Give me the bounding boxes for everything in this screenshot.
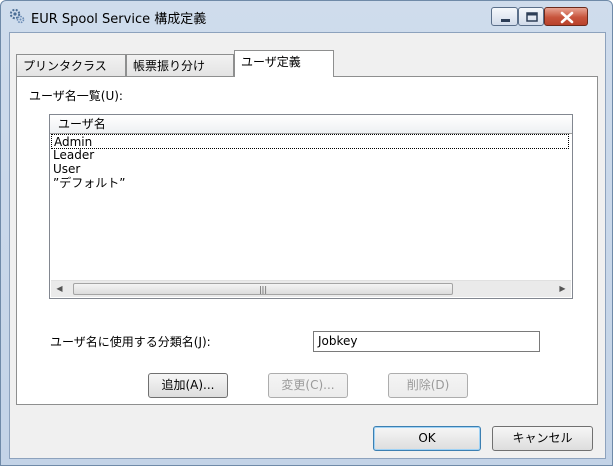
cancel-button[interactable]: キャンセル [492,426,593,451]
maximize-icon [526,12,538,22]
tab-panel: ユーザ名一覧(U): ユーザ名 Admin Leader User ”デフォルト… [16,76,598,405]
minimize-button[interactable] [491,7,518,26]
horizontal-scrollbar[interactable]: ◀ ||| ▶ [51,280,571,297]
list-item[interactable]: Admin [51,134,569,149]
tab-user-definition[interactable]: ユーザ定義 [234,50,334,77]
tab-form-routing[interactable]: 帳票振り分け [126,54,234,76]
list-item[interactable]: Leader [51,148,94,163]
add-button[interactable]: 追加(A)... [148,373,228,398]
classification-input[interactable]: Jobkey [313,331,540,352]
dialog-window: EUR Spool Service 構成定義 プリンタクラス 帳票振り分け ユー… [0,0,613,466]
gear-icon [9,8,25,24]
classification-label: ユーザ名に使用する分類名(J): [50,335,211,349]
dialog-client-area: プリンタクラス 帳票振り分け ユーザ定義 ユーザ名一覧(U): ユーザ名 Adm… [9,32,606,459]
column-header-user-name[interactable]: ユーザ名 [50,115,572,134]
list-item[interactable]: ”デフォルト” [51,176,125,191]
user-listview[interactable]: ユーザ名 Admin Leader User ”デフォルト” ◀ ||| ▶ [49,114,573,299]
scroll-right-arrow-icon[interactable]: ▶ [554,281,571,297]
maximize-button[interactable] [518,7,544,26]
close-icon [560,11,574,24]
grip-icon: ||| [258,285,268,294]
tab-label: プリンタクラス [23,59,107,73]
tab-printer-class[interactable]: プリンタクラス [16,54,126,76]
minimize-icon [501,19,510,22]
change-button[interactable]: 変更(C)... [268,373,348,398]
window-title: EUR Spool Service 構成定義 [31,12,207,27]
close-button[interactable] [544,7,588,26]
user-list-label: ユーザ名一覧(U): [29,89,123,103]
scroll-left-arrow-icon[interactable]: ◀ [51,281,68,297]
delete-button[interactable]: 削除(D) [388,373,468,398]
tab-label: 帳票振り分け [133,59,206,73]
title-bar[interactable]: EUR Spool Service 構成定義 [1,1,612,31]
ok-button[interactable]: OK [373,426,481,451]
list-item[interactable]: User [51,162,80,177]
scrollbar-thumb[interactable]: ||| [73,283,453,295]
tab-label: ユーザ定義 [241,55,301,69]
